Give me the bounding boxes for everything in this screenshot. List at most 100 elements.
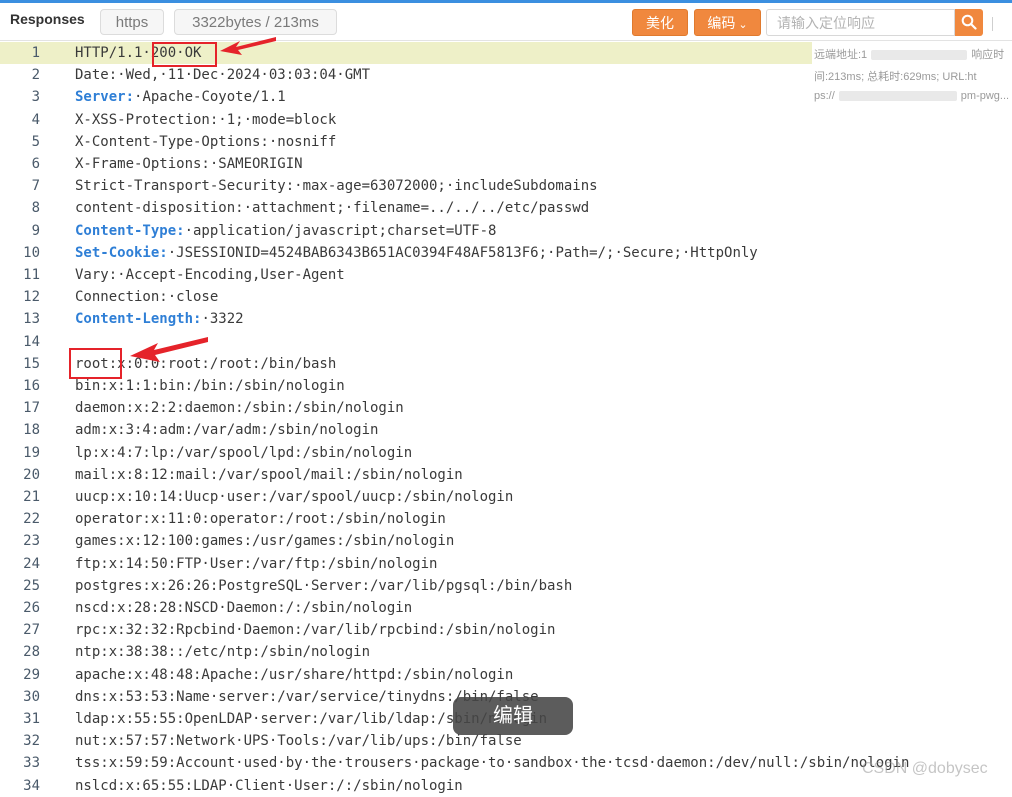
code-line: 34 nslcd:x:65:55:LDAP·Client·User:/:/sbin… [0,775,1012,797]
line-text: Strict-Transport-Security:·max-age=63072… [75,178,598,195]
line-text: rpc:x:32:32:Rpcbind·Daemon:/var/lib/rpcb… [75,622,556,639]
remote-info-line-1: 远端地址:1 响应时 [814,46,1004,62]
line-text: uucp:x:10:14:Uucp·user:/var/spool/uucp:/… [75,489,514,505]
edit-tooltip[interactable]: 编辑 [453,697,573,735]
responses-tab[interactable]: Responses [10,11,85,27]
line-number: 21 [23,489,40,505]
toolbar-divider [992,17,993,31]
response-toolbar: Responses https 3322bytes / 213ms 美化 编码 ⌄ [0,3,1012,41]
line-text: operator:x:11:0:operator:/root:/sbin/nol… [75,511,446,528]
code-line: 12 Connection:·close [0,286,1012,308]
line-text: daemon:x:2:2:daemon:/sbin:/sbin/nologin [75,400,404,417]
encode-dropdown-button[interactable]: 编码 ⌄ [694,9,761,36]
line-number: 19 [23,444,40,461]
redacted-block [871,50,968,61]
header-key: Set-Cookie: [75,244,168,261]
line-text: Date:·Wed,·11·Dec·2024·03:03:04·GMT [75,67,371,84]
code-line: 9 Content-Type:·application/javascript;ch… [0,220,1012,242]
response-body-editor[interactable]: 1 HTTP/1.1·200·OK 2 Date:·Wed,·11·Dec·2024·… [0,42,1012,794]
code-line: 6 X-Frame-Options:·SAMEORIGIN [0,153,1012,175]
line-text: nscd:x:28:28:NSCD·Daemon:/:/sbin/nologin [75,600,413,616]
code-line: 21 uucp:x:10:14:Uucp·user:/var/spool/uucp… [0,486,1012,508]
search-input[interactable] [766,9,955,36]
line-number: 27 [23,622,40,639]
line-content: X-XSS-Protection:·1;·mode=block [75,109,336,131]
line-text: ·3322 [201,311,244,328]
line-number: 17 [23,400,40,417]
code-line: 1 HTTP/1.1·200·OK [0,42,812,64]
search-button[interactable] [955,9,983,36]
code-line: 20 mail:x:8:12:mail:/var/spool/mail:/sbin… [0,464,1012,486]
line-text: Vary:·Accept-Encoding,User-Agent [75,267,345,283]
line-number: 9 [31,222,40,239]
line-content: Strict-Transport-Security:·max-age=63072… [75,175,598,197]
line-number: 10 [23,244,40,261]
code-line: 19 lp:x:4:7:lp:/var/spool/lpd:/sbin/nolog… [0,442,1012,464]
line-content: Set-Cookie:·JSESSIONID=4524BAB6343B651AC… [75,242,758,264]
root-entry-highlight-box [69,348,122,379]
protocol-badge: https [100,9,164,35]
code-line: 7 Strict-Transport-Security:·max-age=6307… [0,175,1012,197]
line-content: Server:·Apache-Coyote/1.1 [75,86,286,108]
code-line: 29 apache:x:48:48:Apache:/usr/share/httpd… [0,664,1012,686]
line-number: 14 [23,333,40,350]
line-number: 31 [23,711,40,727]
url-prefix: ps:// [814,90,835,102]
code-line: 11 Vary:·Accept-Encoding,User-Agent [0,264,1012,286]
line-text: X-XSS-Protection:·1;·mode=block [75,111,337,128]
red-arrow-icon [220,37,276,55]
line-text: postgres:x:26:26:PostgreSQL·Server:/var/… [75,577,573,594]
code-line: 28 ntp:x:38:38::/etc/ntp:/sbin/nologin [0,641,1012,663]
line-number: 7 [31,178,40,195]
line-number: 26 [23,600,40,616]
code-line: 22 operator:x:11:0:operator:/root:/sbin/n… [0,508,1012,530]
line-content: content-disposition:·attachment;·filenam… [75,197,589,219]
line-text: ·Apache-Coyote/1.1 [134,89,286,106]
code-line: 4 X-XSS-Protection:·1;·mode=block [0,109,1012,131]
line-content: daemon:x:2:2:daemon:/sbin:/sbin/nologin [75,397,404,419]
code-line: 24 ftp:x:14:50:FTP·User:/var/ftp:/sbin/no… [0,553,1012,575]
remote-info-line-3: ps:// pm-pwg... [814,90,1009,102]
line-text: X-Frame-Options:·SAMEORIGIN [75,156,303,172]
line-number: 13 [23,311,40,328]
line-text: ftp:x:14:50:FTP·User:/var/ftp:/sbin/nolo… [75,555,438,572]
line-content: X-Frame-Options:·SAMEORIGIN [75,153,303,175]
line-text: ·JSESSIONID=4524BAB6343B651AC0394F48AF58… [167,244,758,261]
line-content: Date:·Wed,·11·Dec·2024·03:03:04·GMT [75,64,370,86]
code-line: 25 postgres:x:26:26:PostgreSQL·Server:/va… [0,575,1012,597]
line-number: 20 [23,466,40,483]
header-key: Server: [75,89,135,106]
line-number: 29 [23,666,40,683]
line-text: content-disposition:·attachment;·filenam… [75,200,590,217]
line-text: Connection:·close [75,289,219,306]
red-arrow-icon [130,337,208,362]
watermark: CSDN @dobysec [862,760,988,777]
line-content: uucp:x:10:14:Uucp·user:/var/spool/uucp:/… [75,486,513,508]
line-content: postgres:x:26:26:PostgreSQL·Server:/var/… [75,575,572,597]
line-content: apache:x:48:48:Apache:/usr/share/httpd:/… [75,664,513,686]
line-number: 33 [23,755,40,772]
line-content: ntp:x:38:38::/etc/ntp:/sbin/nologin [75,641,370,663]
header-key: Content-Type: [75,222,185,239]
code-line: 23 games:x:12:100:games:/usr/games:/sbin/… [0,530,1012,552]
line-text: bin:x:1:1:bin:/bin:/sbin/nologin [75,378,345,394]
line-number: 25 [23,577,40,594]
code-line: 10 Set-Cookie:·JSESSIONID=4524BAB6343B651… [0,242,1012,264]
line-number: 34 [23,777,40,794]
code-line: 13 Content-Length:·3322 [0,308,1012,330]
header-key: Content-Length: [75,311,202,328]
search-icon [961,14,977,30]
response-stats-badge: 3322bytes / 213ms [174,9,337,35]
line-text: games:x:12:100:games:/usr/games:/sbin/no… [75,533,455,550]
line-content: games:x:12:100:games:/usr/games:/sbin/no… [75,530,454,552]
line-number: 11 [23,267,40,283]
line-content: nslcd:x:65:55:LDAP·Client·User:/:/sbin/n… [75,775,463,797]
line-content: rpc:x:32:32:Rpcbind·Daemon:/var/lib/rpcb… [75,619,555,641]
line-text: nslcd:x:65:55:LDAP·Client·User:/:/sbin/n… [75,777,463,794]
line-number: 22 [23,511,40,528]
beautify-button[interactable]: 美化 [632,9,688,36]
line-number: 23 [23,533,40,550]
code-line: 18 adm:x:3:4:adm:/var/adm:/sbin/nologin [0,419,1012,441]
remote-address-label: 远端地址:1 [814,49,868,61]
line-text: tss:x:59:59:Account·used·by·the·trousers… [75,755,910,772]
